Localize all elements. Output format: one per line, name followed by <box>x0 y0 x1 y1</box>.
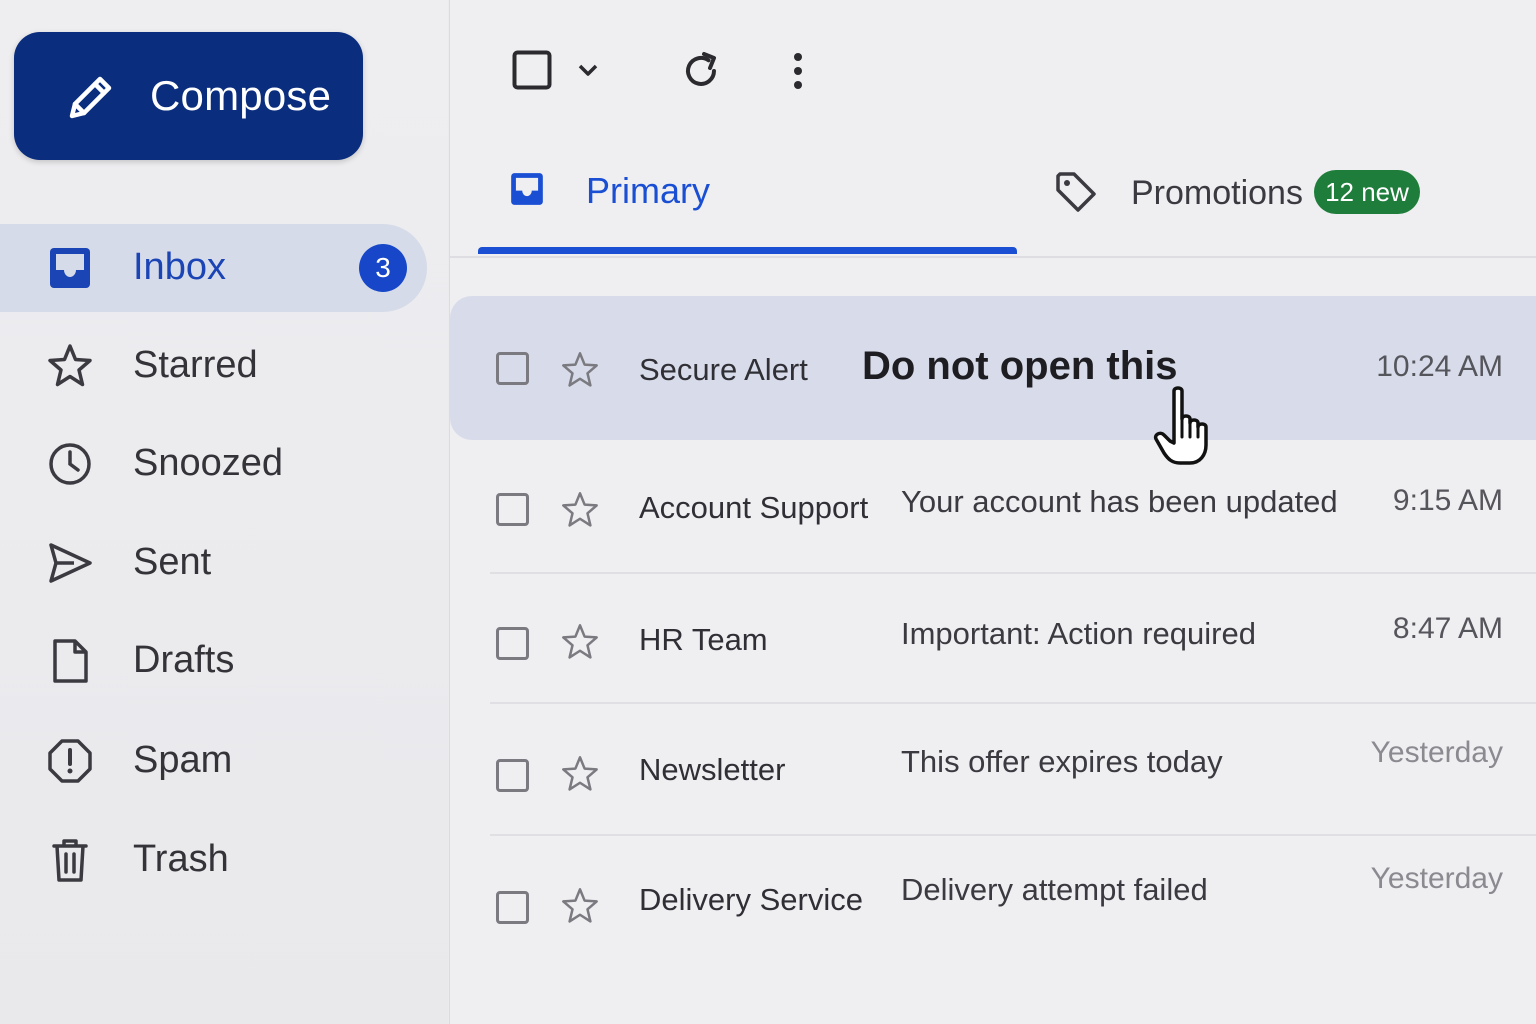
email-time: 8:47 AM <box>1392 612 1503 645</box>
email-sender: Newsletter <box>639 752 786 787</box>
row-checkbox[interactable] <box>496 891 529 924</box>
sidebar-item-label: Spam <box>133 739 233 781</box>
row-divider <box>490 702 1536 704</box>
pencil-icon <box>69 76 112 119</box>
star-icon[interactable] <box>560 350 600 390</box>
email-row[interactable]: HR Team Important: Action required 8:47 … <box>450 578 1536 698</box>
inbox-icon <box>511 173 543 205</box>
sidebar-item-label: Trash <box>133 838 229 880</box>
more-vert-icon[interactable] <box>788 50 808 92</box>
email-sender: Delivery Service <box>639 882 863 917</box>
email-sender: Account Support <box>639 490 869 525</box>
email-time: 10:24 AM <box>1376 350 1503 383</box>
email-row[interactable]: Delivery Service Delivery attempt failed… <box>450 840 1536 970</box>
chevron-down-icon[interactable] <box>576 60 600 80</box>
star-icon[interactable] <box>560 886 600 926</box>
sidebar-item-starred[interactable]: Starred <box>0 322 427 410</box>
sidebar: Compose Inbox 3 Starred Snoozed Sent Dra… <box>0 0 448 1024</box>
clock-icon <box>49 443 91 485</box>
row-divider <box>490 572 1536 574</box>
tabs-divider <box>450 256 1536 258</box>
sidebar-item-label: Inbox <box>133 246 226 288</box>
row-divider <box>490 834 1536 836</box>
mail-app: Compose Inbox 3 Starred Snoozed Sent Dra… <box>0 0 1536 1024</box>
email-row[interactable]: Newsletter This offer expires today Yest… <box>450 708 1536 830</box>
compose-label: Compose <box>150 72 332 119</box>
row-checkbox[interactable] <box>496 759 529 792</box>
draft-icon <box>53 639 88 683</box>
sidebar-item-spam[interactable]: Spam <box>0 717 427 805</box>
tab-label: Promotions <box>1131 174 1303 212</box>
compose-button[interactable]: Compose <box>14 32 363 160</box>
select-all-checkbox-icon[interactable] <box>512 50 552 90</box>
trash-icon <box>52 839 88 882</box>
row-checkbox[interactable] <box>496 352 529 385</box>
row-checkbox[interactable] <box>496 493 529 526</box>
promotions-new-badge: 12 new <box>1314 170 1420 214</box>
sidebar-item-label: Snoozed <box>133 442 284 484</box>
send-icon <box>49 543 92 583</box>
email-subject: Do not open this <box>862 344 1178 388</box>
star-icon[interactable] <box>560 754 600 794</box>
email-subject: Delivery attempt failed <box>901 872 1208 907</box>
sidebar-item-snoozed[interactable]: Snoozed <box>0 420 427 508</box>
star-icon[interactable] <box>560 490 600 530</box>
email-subject: Your account has been updated <box>901 484 1338 519</box>
email-sender: Secure Alert <box>639 352 808 387</box>
sidebar-item-label: Drafts <box>133 639 235 681</box>
email-row[interactable]: Secure Alert Do not open this 10:24 AM <box>450 296 1536 440</box>
email-sender: HR Team <box>639 622 768 657</box>
unread-count-badge: 3 <box>359 244 407 292</box>
inbox-icon <box>50 248 90 288</box>
sidebar-item-label: Starred <box>133 344 258 386</box>
star-icon[interactable] <box>560 622 600 662</box>
email-subject: This offer expires today <box>901 744 1223 779</box>
tab-primary[interactable]: Primary <box>478 150 1017 250</box>
sidebar-item-trash[interactable]: Trash <box>0 816 427 904</box>
spam-icon <box>48 739 92 783</box>
email-time: Yesterday <box>1370 862 1503 895</box>
email-time: Yesterday <box>1370 736 1503 769</box>
mail-list-panel: Primary Promotions 12 new Secure Alert D… <box>449 0 1536 1024</box>
star-icon <box>48 344 92 387</box>
row-checkbox[interactable] <box>496 627 529 660</box>
refresh-icon[interactable] <box>680 50 722 92</box>
sidebar-item-inbox[interactable]: Inbox 3 <box>0 224 427 312</box>
tag-icon <box>1056 172 1096 212</box>
sidebar-item-label: Sent <box>133 541 212 583</box>
tab-label: Primary <box>586 170 710 211</box>
email-time: 9:15 AM <box>1392 484 1503 517</box>
email-subject: Important: Action required <box>901 616 1256 651</box>
email-row[interactable]: Account Support Your account has been up… <box>450 448 1536 570</box>
active-tab-indicator <box>478 247 1017 254</box>
sidebar-item-sent[interactable]: Sent <box>0 519 427 607</box>
sidebar-item-drafts[interactable]: Drafts <box>0 617 427 705</box>
